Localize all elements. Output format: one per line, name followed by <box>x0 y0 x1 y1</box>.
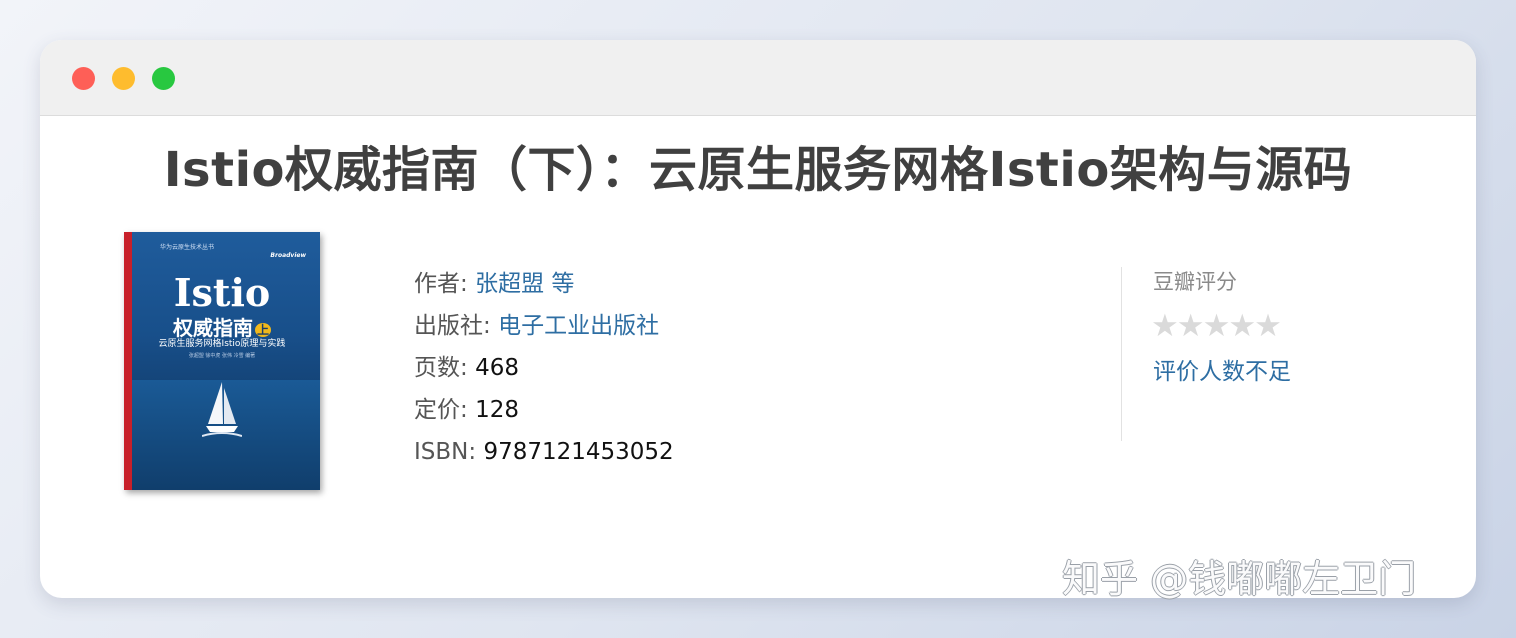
author-label: 作者: <box>414 271 468 297</box>
meta-publisher-row: 出版社: 电子工业出版社 <box>414 310 674 352</box>
sailboat-icon <box>202 382 242 437</box>
cover-publisher-logo: Broadview <box>270 252 306 259</box>
book-meta: 作者: 张超盟 等 出版社: 电子工业出版社 页数: 468 定价: 128 I… <box>414 268 674 478</box>
book-cover-image: 华为云原生技术丛书 Broadview Istio 权威指南上 云原生服务网格I… <box>124 232 320 490</box>
isbn-value: 9787121453052 <box>483 439 674 465</box>
meta-author-row: 作者: 张超盟 等 <box>414 268 674 310</box>
rating-count-link[interactable]: 评价人数不足 <box>1153 352 1291 386</box>
maximize-window-button[interactable] <box>152 67 175 90</box>
rating-divider <box>1121 267 1122 441</box>
meta-pages-row: 页数: 468 <box>414 352 674 394</box>
zhihu-watermark: 知乎 @钱嘟嘟左卫门 <box>1062 557 1417 601</box>
pages-label: 页数: <box>414 355 468 381</box>
cover-subtitle: 云原生服务网格Istio原理与实践 <box>158 339 286 349</box>
publisher-link[interactable]: 电子工业出版社 <box>498 313 659 339</box>
price-value: 128 <box>475 397 519 423</box>
price-label: 定价: <box>414 397 468 423</box>
window-titlebar <box>40 40 1476 116</box>
pages-value: 468 <box>475 355 519 381</box>
minimize-window-button[interactable] <box>112 67 135 90</box>
close-window-button[interactable] <box>72 67 95 90</box>
cover-main-title: Istio <box>173 270 271 315</box>
cover-series-text: 华为云原生技术丛书 <box>160 244 215 251</box>
book-title: Istio权威指南（下）：云原生服务网格Istio架构与源码 <box>163 142 1353 198</box>
rating-label: 豆瓣评分 <box>1153 270 1237 294</box>
cover-volume-badge: 上 <box>254 323 271 337</box>
author-link[interactable]: 张超盟 等 <box>475 271 574 297</box>
cover-authors: 张超盟 徐中虎 张伟 冷雪 编著 <box>188 353 256 359</box>
publisher-label: 出版社: <box>414 313 491 339</box>
meta-isbn-row: ISBN: 9787121453052 <box>414 436 674 478</box>
meta-price-row: 定价: 128 <box>414 394 674 436</box>
isbn-label: ISBN: <box>414 439 477 465</box>
rating-stars-icon: ★★★★★ <box>1151 308 1282 344</box>
